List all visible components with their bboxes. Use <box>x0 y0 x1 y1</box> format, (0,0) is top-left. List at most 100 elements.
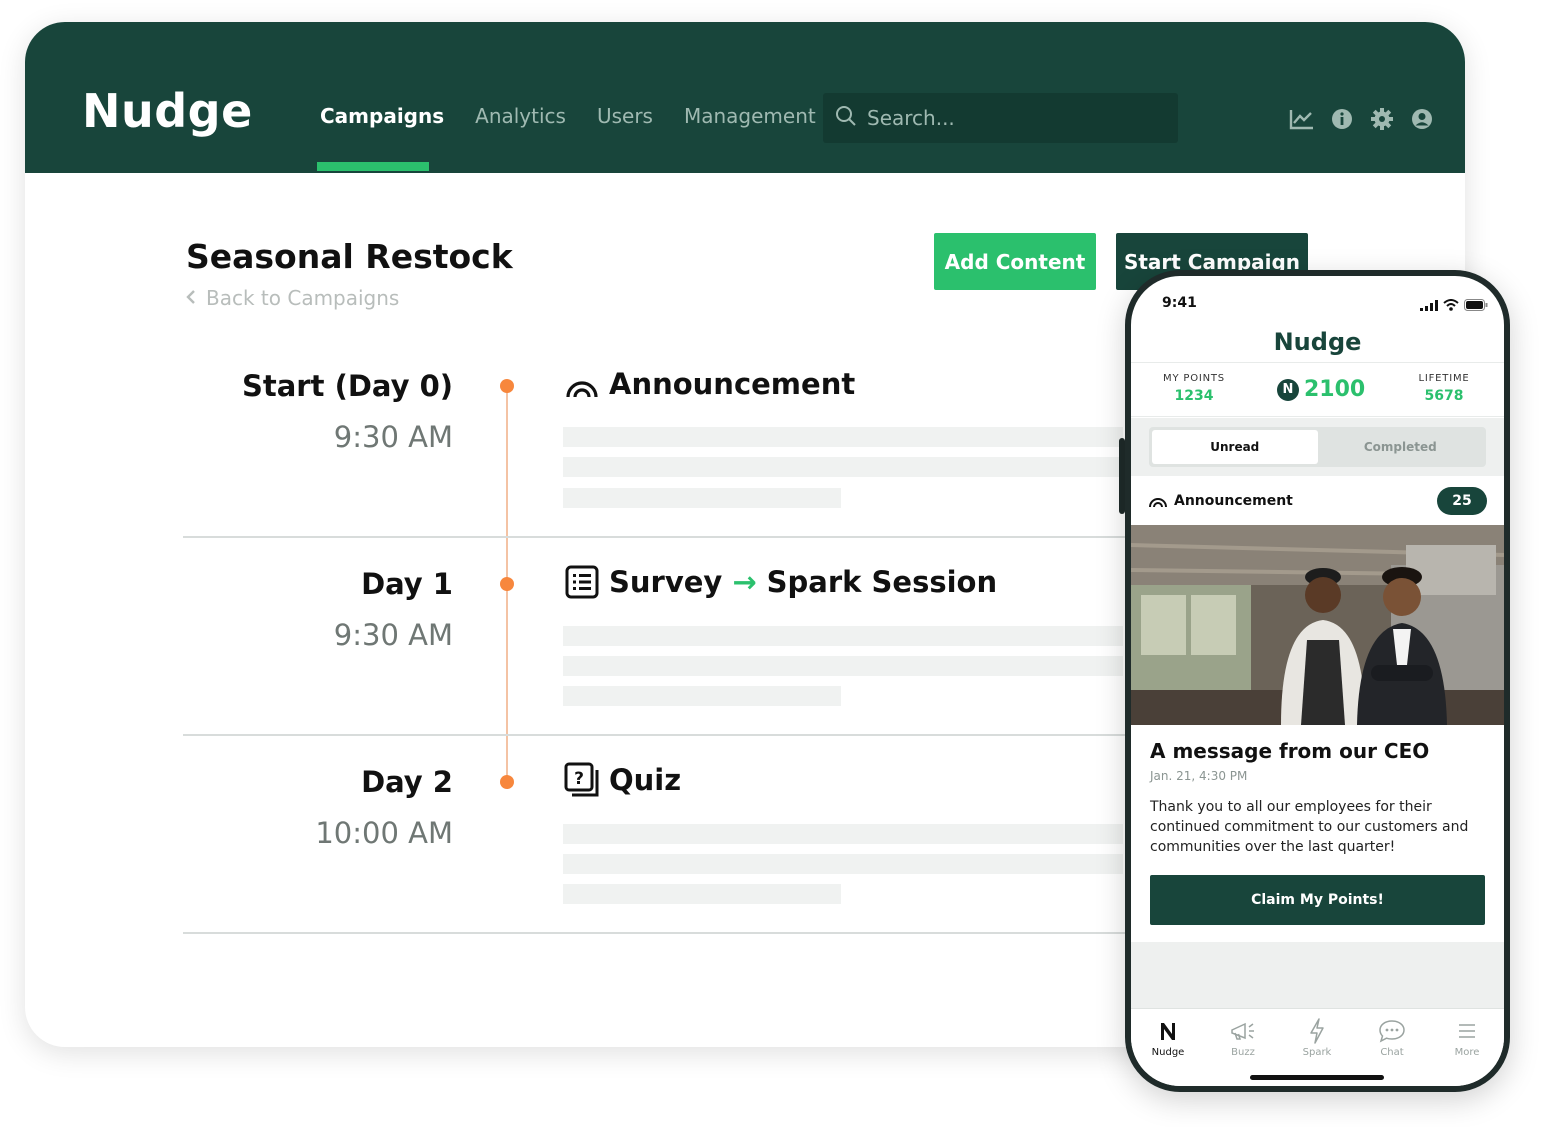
content-label: Quiz <box>609 763 682 797</box>
hamburger-menu-icon <box>1432 1017 1502 1045</box>
tab-label: Spark <box>1302 1047 1332 1058</box>
chat-bubble-icon <box>1357 1017 1427 1045</box>
analytics-chart-icon[interactable] <box>1289 106 1315 132</box>
home-indicator <box>1250 1075 1384 1080</box>
timeline-day: Start (Day 0) <box>241 369 453 403</box>
timeline-row: Day 1 9:30 AM Survey → Spark Session <box>183 538 1183 736</box>
lifetime-label: LIFETIME <box>1418 373 1470 384</box>
timeline-dot <box>500 775 514 789</box>
points-summary: MY POINTS 1234 N 2100 LIFETIME 5678 <box>1131 362 1504 417</box>
unread-count-badge: 25 <box>1437 487 1487 515</box>
tab-spark[interactable]: Spark <box>1282 1017 1352 1058</box>
tab-label: Nudge <box>1151 1047 1185 1058</box>
tab-nudge[interactable]: Nudge <box>1133 1017 1203 1058</box>
content-title[interactable]: ? Quiz <box>563 761 681 799</box>
back-link-label: Back to Campaigns <box>206 286 400 310</box>
tab-label: Buzz <box>1231 1047 1255 1058</box>
tab-label: More <box>1454 1047 1480 1058</box>
content-label: Announcement <box>609 367 856 401</box>
timeline-time: 9:30 AM <box>333 420 453 454</box>
tab-more[interactable]: More <box>1432 1017 1502 1058</box>
lifetime-points: LIFETIME 5678 <box>1409 373 1479 404</box>
back-to-campaigns-link[interactable]: Back to Campaigns <box>186 286 399 310</box>
info-icon[interactable] <box>1329 106 1355 132</box>
status-icons <box>1420 296 1488 315</box>
megaphone-icon <box>1208 1017 1278 1045</box>
content-placeholder-line <box>563 824 1123 844</box>
timeline-row: Start (Day 0) 9:30 AM Announcement <box>183 340 1183 538</box>
content-placeholder-line <box>563 884 841 904</box>
mobile-app-phone: 9:41 Nudge MY POINTS 1234 N 2100 LIFETIM… <box>1125 270 1510 1092</box>
lightning-icon <box>1282 1017 1352 1045</box>
page-title: Seasonal Restock <box>186 237 513 276</box>
points-balance-value: 2100 <box>1304 377 1366 402</box>
content-title[interactable]: Announcement <box>563 365 855 403</box>
my-points-value: 1234 <box>1174 388 1214 404</box>
search-input[interactable] <box>867 106 1167 130</box>
chevron-left-icon <box>186 286 196 310</box>
points-balance: N 2100 <box>1277 377 1365 402</box>
content-label: Survey <box>609 565 723 599</box>
content-placeholder-line <box>563 427 1123 447</box>
feed-segmented-control: Unread Completed <box>1149 427 1486 467</box>
timeline-day: Day 1 <box>361 567 453 601</box>
wifi-icon <box>1443 296 1459 315</box>
card-type-label: Announcement <box>1174 493 1293 509</box>
gear-icon[interactable] <box>1369 106 1395 132</box>
nav-analytics[interactable]: Analytics <box>475 104 566 128</box>
card-title: A message from our CEO <box>1150 739 1430 763</box>
nav-management[interactable]: Management <box>684 104 816 128</box>
tab-completed[interactable]: Completed <box>1318 430 1484 464</box>
nav-users[interactable]: Users <box>597 104 653 128</box>
main-nav: Campaigns Analytics Users Management <box>320 104 847 128</box>
svg-text:?: ? <box>574 769 584 789</box>
search-box <box>823 93 1178 143</box>
tab-buzz[interactable]: Buzz <box>1208 1017 1278 1058</box>
add-content-button[interactable]: Add Content <box>934 233 1096 290</box>
nudge-logo-icon <box>1133 1017 1203 1045</box>
card-header: Announcement 25 <box>1148 486 1498 516</box>
announcement-icon <box>563 365 601 403</box>
app-logo[interactable]: Nudge <box>82 84 253 138</box>
timeline-dot <box>500 577 514 591</box>
nudge-coin-icon: N <box>1277 378 1299 401</box>
tab-unread[interactable]: Unread <box>1152 430 1318 464</box>
claim-points-button[interactable]: Claim My Points! <box>1150 875 1485 925</box>
ceo-message-photo <box>1131 525 1504 725</box>
quiz-icon: ? <box>563 761 601 799</box>
content-placeholder-line <box>563 457 1123 477</box>
battery-icon <box>1464 296 1488 315</box>
user-account-icon[interactable] <box>1409 106 1435 132</box>
content-placeholder-line <box>563 656 1123 676</box>
content-title[interactable]: Survey → Spark Session <box>563 563 997 601</box>
active-nav-indicator <box>317 162 429 171</box>
card-date: Jan. 21, 4:30 PM <box>1150 769 1248 783</box>
my-points: MY POINTS 1234 <box>1159 373 1229 404</box>
signal-icon <box>1420 296 1438 315</box>
survey-icon <box>563 563 601 601</box>
status-time: 9:41 <box>1162 295 1197 311</box>
lifetime-value: 5678 <box>1424 388 1464 404</box>
content-placeholder-line <box>563 686 841 706</box>
content-placeholder-line <box>563 488 841 508</box>
tab-label: Chat <box>1380 1047 1404 1058</box>
phone-app-logo: Nudge <box>1273 328 1362 356</box>
my-points-label: MY POINTS <box>1163 373 1225 384</box>
timeline-dot <box>500 379 514 393</box>
top-navigation-bar: Nudge Campaigns Analytics Users Manageme… <box>25 22 1465 173</box>
timeline-row: Day 2 10:00 AM ? Quiz <box>183 736 1183 934</box>
announcement-icon <box>1148 491 1168 512</box>
card-body: Thank you to all our employees for their… <box>1150 799 1469 855</box>
toolbar-icons <box>1289 106 1449 132</box>
row-divider <box>183 932 1183 934</box>
announcement-card[interactable]: Announcement 25 A message from our CEO J… <box>1131 476 1504 942</box>
timeline-time: 10:00 AM <box>315 816 453 850</box>
timeline-day: Day 2 <box>361 765 453 799</box>
content-placeholder-line <box>563 854 1123 874</box>
content-placeholder-line <box>563 626 1123 646</box>
nav-campaigns[interactable]: Campaigns <box>320 104 444 128</box>
arrow-right-icon: → <box>732 565 757 599</box>
timeline-time: 9:30 AM <box>333 618 453 652</box>
content-label-secondary: Spark Session <box>766 565 998 599</box>
tab-chat[interactable]: Chat <box>1357 1017 1427 1058</box>
